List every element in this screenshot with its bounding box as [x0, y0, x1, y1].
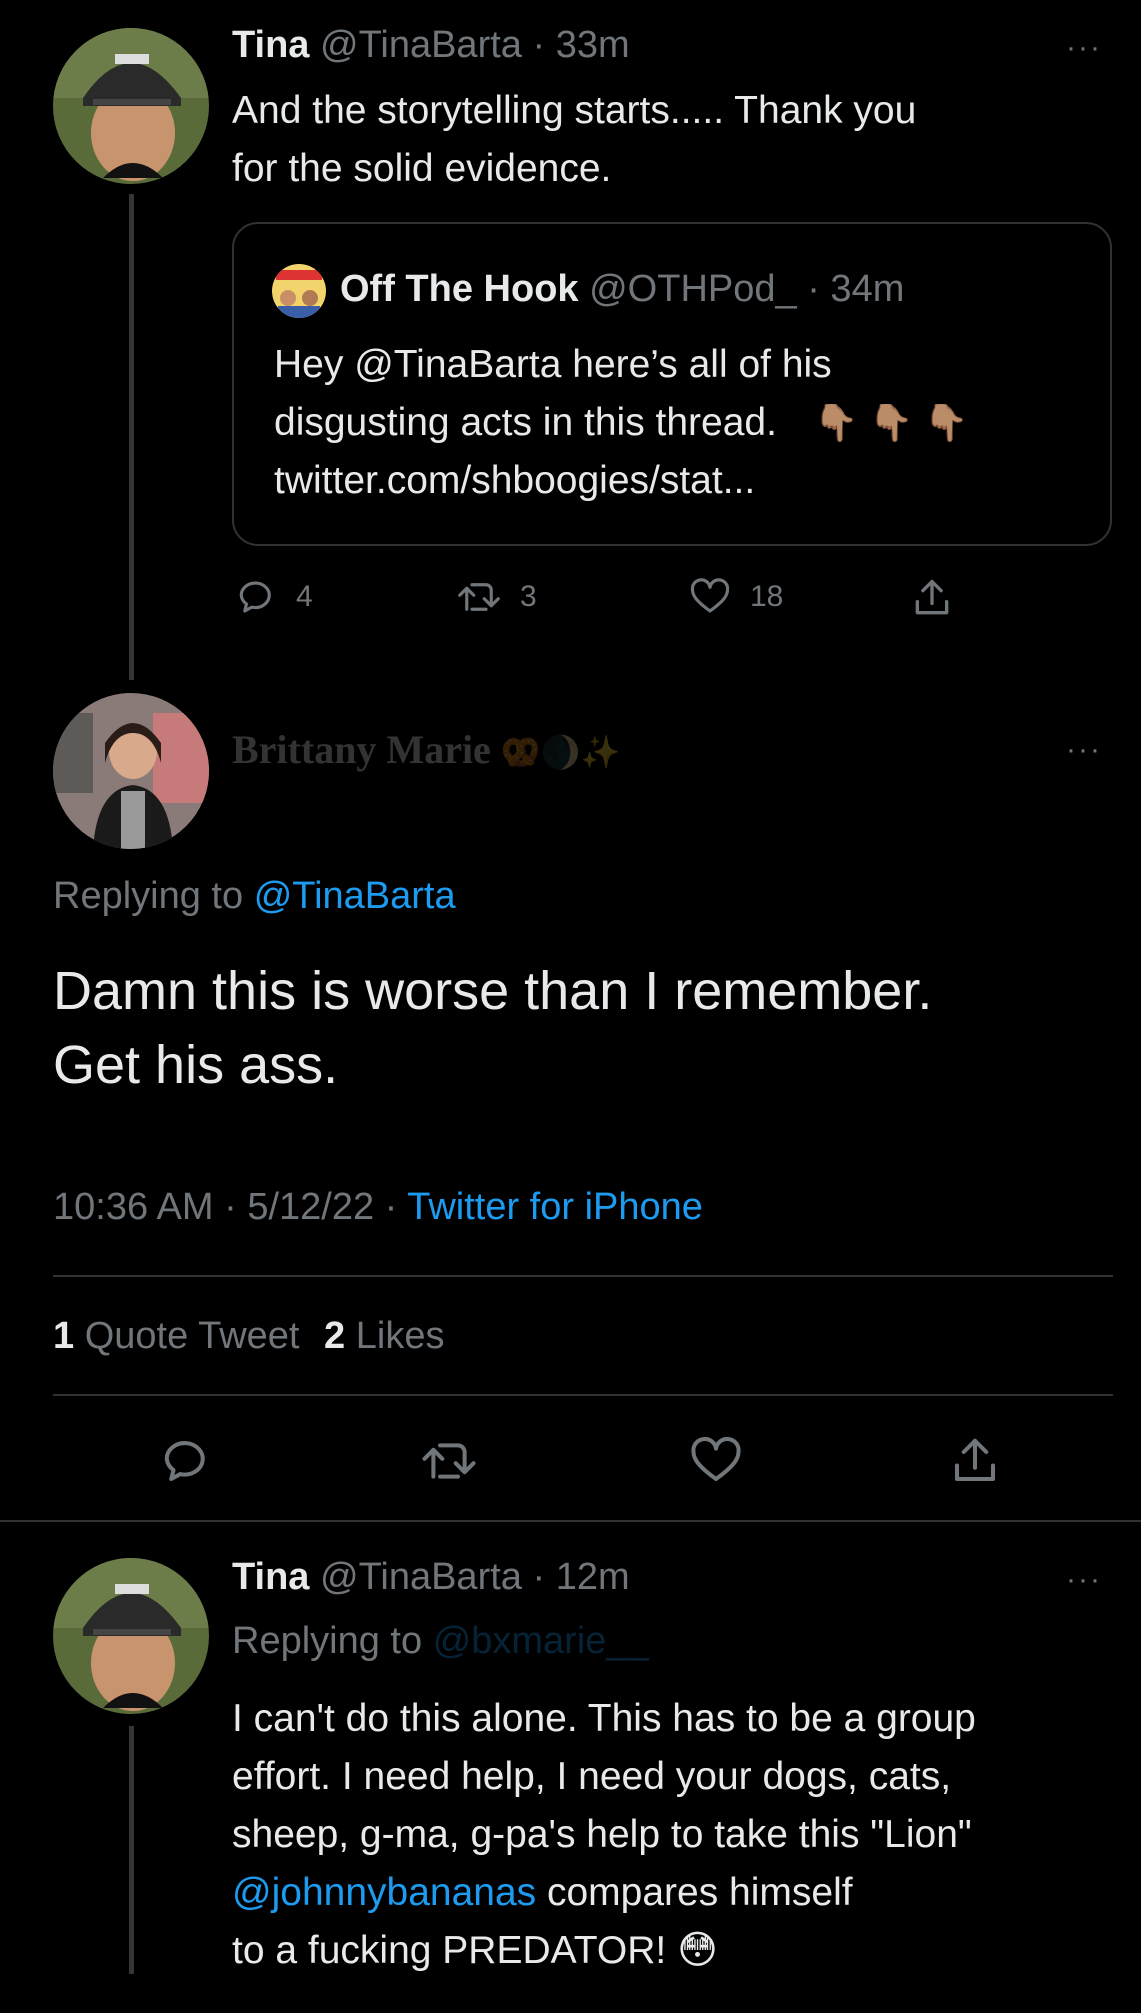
avatar-tina[interactable]: [53, 28, 209, 184]
likes-label: Likes: [355, 1315, 445, 1357]
quote-link[interactable]: twitter.com/shboogies/stat...: [274, 452, 968, 510]
flushed-face-emoji: 😳: [677, 1929, 718, 1972]
share-icon: [915, 579, 949, 615]
tweet2-timestamp[interactable]: 10:36 AM · 5/12/22 ·: [53, 1186, 397, 1228]
divider: [0, 1520, 1141, 1522]
quote-text-line: Hey @TinaBarta here’s all of his: [274, 343, 832, 386]
avatar-image: [53, 1558, 209, 1714]
tweet3-text-line: I can't do this alone. This has to be a …: [232, 1697, 976, 1740]
reply-icon: [239, 581, 271, 613]
quote-author-handle[interactable]: @OTHPod_: [589, 268, 797, 310]
reply-icon: [164, 1441, 205, 1482]
divider: [53, 1394, 1113, 1396]
replying-to-label: Replying to: [232, 1620, 423, 1662]
tweet2-name-emoji: 🥨🌒✨: [500, 734, 621, 770]
tweet1-author-name[interactable]: Tina: [232, 24, 309, 66]
tweet2-source[interactable]: Twitter for iPhone: [407, 1186, 703, 1228]
avatar-off-the-hook[interactable]: [272, 264, 326, 318]
avatar-brittany[interactable]: [53, 693, 209, 849]
likes-stat[interactable]: 2 Likes: [324, 1315, 444, 1357]
retweet-button[interactable]: [420, 1434, 478, 1488]
retweet-icon: [422, 1443, 476, 1479]
quote-header: Off The Hook @OTHPod_ · 34m: [340, 268, 904, 311]
tweet1-text-line: for the solid evidence.: [232, 147, 612, 190]
share-icon: [954, 1438, 996, 1482]
tweet2-text-line: Damn this is worse than I remember.: [53, 961, 933, 1021]
quote-timestamp: · 34m: [807, 268, 905, 310]
quote-author-name[interactable]: Off The Hook: [340, 268, 579, 310]
share-button[interactable]: [910, 576, 954, 620]
likes-count: 2: [324, 1315, 346, 1357]
quote-text: Hey @TinaBarta here’s all of his disgust…: [274, 336, 968, 510]
avatar-tina[interactable]: [53, 1558, 209, 1714]
tweet1-more-icon[interactable]: ···: [1066, 33, 1102, 63]
tweet2-header: Brittany Marie 🥨🌒✨: [232, 726, 620, 773]
tweet3-header: Tina @TinaBarta · 12m: [232, 1556, 630, 1599]
tweet3-author-name[interactable]: Tina: [232, 1556, 309, 1598]
tweet2-author-name[interactable]: Brittany Marie: [232, 727, 491, 772]
like-button[interactable]: 18: [688, 576, 783, 618]
retweet-button[interactable]: 3: [456, 576, 537, 618]
tweet3-text-line: compares himself: [536, 1871, 853, 1914]
thread-line: [129, 1726, 134, 1974]
avatar-image: [272, 264, 326, 318]
thread-line: [129, 194, 134, 680]
like-button[interactable]: [688, 1434, 744, 1488]
tweet2-text-line: Get his ass.: [53, 1035, 339, 1095]
tweet2-text: Damn this is worse than I remember. Get …: [53, 954, 932, 1102]
tweet3-text-line: to a fucking PREDATOR!: [232, 1929, 667, 1972]
quote-tweet-count: 1: [53, 1315, 75, 1357]
replying-to-handle[interactable]: @TinaBarta: [254, 875, 456, 917]
heart-icon: [690, 578, 730, 613]
quote-tweet-label: Quote Tweet: [84, 1315, 300, 1357]
tweet1-author-handle[interactable]: @TinaBarta: [320, 24, 522, 66]
tweet2-engagement: 1 Quote Tweet 2 Likes: [53, 1315, 444, 1358]
reply-button[interactable]: 4: [236, 576, 313, 618]
replying-to-label: Replying to: [53, 875, 244, 917]
quote-tweet-stat[interactable]: 1 Quote Tweet: [53, 1315, 310, 1357]
tweet3-timestamp[interactable]: · 12m: [532, 1556, 629, 1598]
avatar-image: [53, 693, 209, 849]
mention-link[interactable]: @johnnybananas: [232, 1871, 536, 1914]
tweet1-text: And the storytelling starts..... Thank y…: [232, 82, 916, 198]
tweet1-header: Tina @TinaBarta · 33m: [232, 24, 630, 67]
quote-text-line: disgusting acts in this thread.: [274, 401, 777, 444]
share-button[interactable]: [948, 1434, 1002, 1488]
tweet3-text-line: effort. I need help, I need your dogs, c…: [232, 1755, 952, 1798]
avatar-image: [53, 28, 209, 184]
tweet1-text-line: And the storytelling starts..... Thank y…: [232, 89, 917, 132]
pointing-down-emoji: 👇🏽 👇🏽 👇🏽: [813, 402, 969, 443]
tweet2-meta: 10:36 AM · 5/12/22 · Twitter for iPhone: [53, 1186, 703, 1229]
like-count: 18: [750, 580, 784, 613]
retweet-count: 3: [520, 580, 537, 613]
tweet3-text-line: sheep, g-ma, g-pa's help to take this "L…: [232, 1813, 972, 1856]
divider: [53, 1275, 1113, 1277]
reply-count: 4: [296, 580, 313, 613]
tweet1-timestamp[interactable]: · 33m: [532, 24, 629, 66]
tweet3-replying-to: Replying to @bxmarie__: [232, 1620, 649, 1663]
tweet2-more-icon[interactable]: ···: [1066, 735, 1102, 765]
reply-button[interactable]: [160, 1434, 214, 1488]
tweet3-text: I can't do this alone. This has to be a …: [232, 1690, 976, 1980]
tweet3-more-icon[interactable]: ···: [1066, 1565, 1102, 1595]
tweet2-replying-to: Replying to @TinaBarta: [53, 875, 456, 918]
heart-icon: [691, 1436, 741, 1482]
retweet-icon: [458, 583, 500, 611]
tweet3-author-handle[interactable]: @TinaBarta: [320, 1556, 522, 1598]
replying-to-handle[interactable]: @bxmarie__: [433, 1620, 649, 1662]
